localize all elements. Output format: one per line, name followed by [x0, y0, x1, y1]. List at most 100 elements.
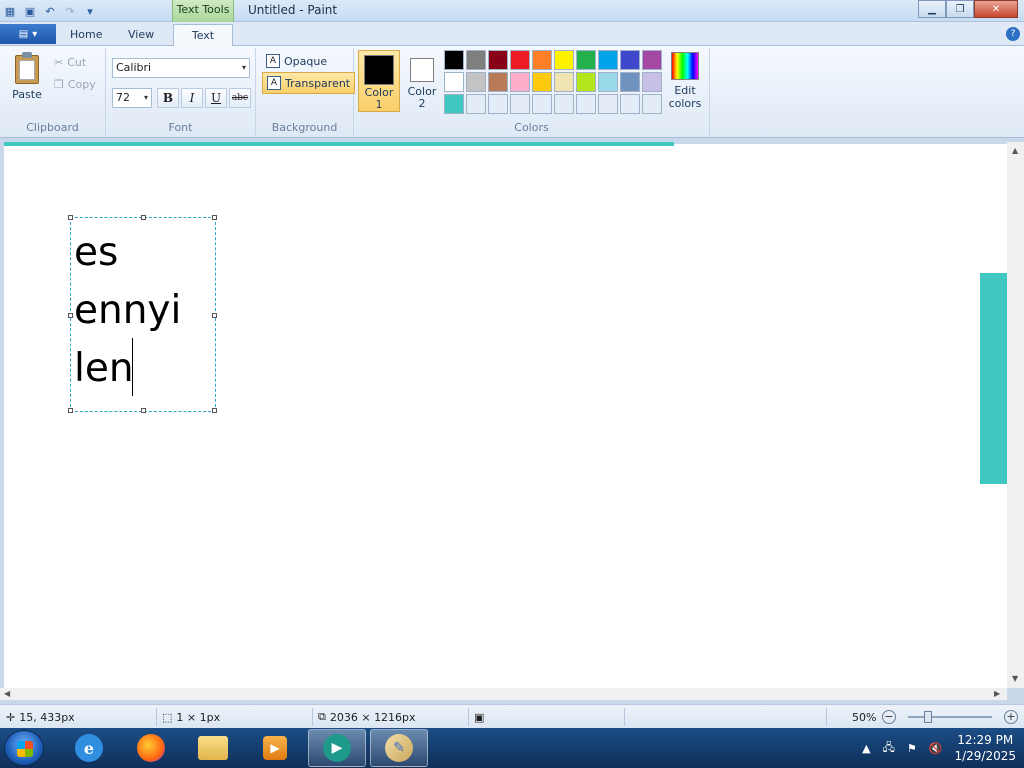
resize-handle[interactable]	[212, 408, 217, 413]
text-box[interactable]: es ennyi len	[68, 215, 217, 413]
clock[interactable]: 12:29 PM 1/29/2025	[954, 732, 1016, 764]
volume-muted-icon[interactable]: 🔇	[929, 742, 943, 755]
transparent-button[interactable]: A Transparent	[262, 72, 356, 94]
zoom-in-button[interactable]: +	[1004, 710, 1018, 724]
palette-color-swatch[interactable]	[510, 94, 530, 114]
palette-color-swatch[interactable]	[466, 94, 486, 114]
italic-button[interactable]: I	[181, 88, 203, 108]
tab-view[interactable]: View	[116, 24, 166, 46]
palette-color-swatch[interactable]	[488, 50, 508, 70]
palette-color-swatch[interactable]	[598, 50, 618, 70]
firefox-icon	[137, 734, 165, 762]
scroll-up-icon[interactable]: ▲	[1012, 146, 1018, 155]
palette-color-swatch[interactable]	[576, 50, 596, 70]
resize-handle[interactable]	[68, 313, 73, 318]
palette-color-swatch[interactable]	[598, 72, 618, 92]
color2-button[interactable]: Color 2	[401, 50, 443, 112]
show-hidden-icons-icon[interactable]: ▲	[862, 742, 870, 755]
font-family-value: Calibri	[116, 61, 152, 74]
palette-color-swatch[interactable]	[532, 94, 552, 114]
transparent-icon: A	[267, 76, 281, 90]
palette-color-swatch[interactable]	[554, 50, 574, 70]
paint-palette-icon: ✎	[385, 734, 413, 762]
palette-color-swatch[interactable]	[510, 50, 530, 70]
palette-color-swatch[interactable]	[510, 72, 530, 92]
taskbar-firefox[interactable]	[122, 729, 180, 767]
palette-color-swatch[interactable]	[444, 94, 464, 114]
chevron-down-icon: ▾	[143, 93, 148, 102]
scroll-down-icon[interactable]: ▼	[1012, 674, 1018, 683]
cut-button[interactable]: ✂ Cut	[54, 56, 86, 69]
taskbar-paint[interactable]: ✎	[370, 729, 428, 767]
zoom-slider-thumb[interactable]	[924, 711, 932, 723]
font-family-select[interactable]: Calibri ▾	[112, 58, 250, 78]
paint-menu-button[interactable]: ▤ ▾	[0, 24, 56, 44]
paint-app-icon[interactable]: ▦	[2, 3, 18, 19]
palette-color-swatch[interactable]	[642, 72, 662, 92]
flag-icon[interactable]: ⚑	[907, 742, 917, 755]
strikethrough-button[interactable]: abc	[229, 88, 251, 108]
palette-color-swatch[interactable]	[642, 94, 662, 114]
horizontal-scrollbar[interactable]: ◀ ▶	[0, 688, 1007, 700]
tab-home[interactable]: Home	[58, 24, 114, 46]
taskbar-internet-explorer[interactable]: e	[60, 729, 118, 767]
edit-colors-button[interactable]: Edit colors	[666, 50, 704, 110]
opaque-button[interactable]: A Opaque	[262, 50, 331, 72]
close-button[interactable]: ✕	[974, 0, 1018, 18]
scroll-right-icon[interactable]: ▶	[994, 689, 1000, 698]
palette-color-swatch[interactable]	[620, 72, 640, 92]
window-title: Untitled - Paint	[248, 3, 338, 17]
taskbar-media-player[interactable]: ▶	[246, 729, 304, 767]
palette-color-swatch[interactable]	[444, 50, 464, 70]
copy-button[interactable]: ❐ Copy	[54, 78, 96, 91]
palette-color-swatch[interactable]	[620, 50, 640, 70]
redo-icon[interactable]: ↷	[62, 3, 78, 19]
resize-handle[interactable]	[68, 215, 73, 220]
window-controls: ▁ ❐ ✕	[918, 0, 1018, 18]
paste-button[interactable]: Paste	[6, 52, 48, 101]
palette-color-swatch[interactable]	[598, 94, 618, 114]
color1-swatch	[364, 55, 394, 85]
save-icon[interactable]: ▣	[22, 3, 38, 19]
taskbar-file-explorer[interactable]	[184, 729, 242, 767]
resize-handle[interactable]	[141, 408, 146, 413]
menu-icon: ▤	[18, 28, 29, 40]
resize-handle[interactable]	[141, 215, 146, 220]
palette-color-swatch[interactable]	[532, 72, 552, 92]
palette-color-swatch[interactable]	[576, 94, 596, 114]
palette-color-swatch[interactable]	[554, 72, 574, 92]
underline-button[interactable]: U	[205, 88, 227, 108]
resize-handle[interactable]	[212, 313, 217, 318]
palette-color-swatch[interactable]	[576, 72, 596, 92]
zoom-out-button[interactable]: −	[882, 710, 896, 724]
undo-icon[interactable]: ↶	[42, 3, 58, 19]
network-icon[interactable]: 🖧	[883, 739, 895, 758]
color1-button[interactable]: Color 1	[358, 50, 400, 112]
resize-handle[interactable]	[212, 215, 217, 220]
resize-handle[interactable]	[68, 408, 73, 413]
font-size-select[interactable]: 72 ▾	[112, 88, 152, 108]
palette-color-swatch[interactable]	[488, 94, 508, 114]
palette-color-swatch[interactable]	[532, 50, 552, 70]
vertical-scrollbar[interactable]: ▲ ▼	[1007, 142, 1024, 688]
maximize-button[interactable]: ❐	[946, 0, 974, 18]
taskbar-active-app[interactable]: ▶	[308, 729, 366, 767]
help-icon[interactable]: ?	[1006, 27, 1020, 41]
bold-button[interactable]: B	[157, 88, 179, 108]
minimize-button[interactable]: ▁	[918, 0, 946, 18]
palette-color-swatch[interactable]	[488, 72, 508, 92]
zoom-slider-track[interactable]	[908, 716, 992, 718]
image-size: ⧉ 2036 × 1216px	[318, 705, 416, 729]
customize-toolbar-icon[interactable]: ▾	[82, 3, 98, 19]
palette-color-swatch[interactable]	[620, 94, 640, 114]
cursor-position: ✛ 15, 433px	[6, 705, 75, 729]
palette-color-swatch[interactable]	[444, 72, 464, 92]
palette-color-swatch[interactable]	[466, 50, 486, 70]
selection-size-value: 1 × 1px	[176, 710, 221, 724]
start-button[interactable]	[4, 730, 44, 766]
tab-text[interactable]: Text	[173, 24, 233, 47]
palette-color-swatch[interactable]	[554, 94, 574, 114]
palette-color-swatch[interactable]	[466, 72, 486, 92]
scroll-left-icon[interactable]: ◀	[4, 689, 10, 698]
palette-color-swatch[interactable]	[642, 50, 662, 70]
